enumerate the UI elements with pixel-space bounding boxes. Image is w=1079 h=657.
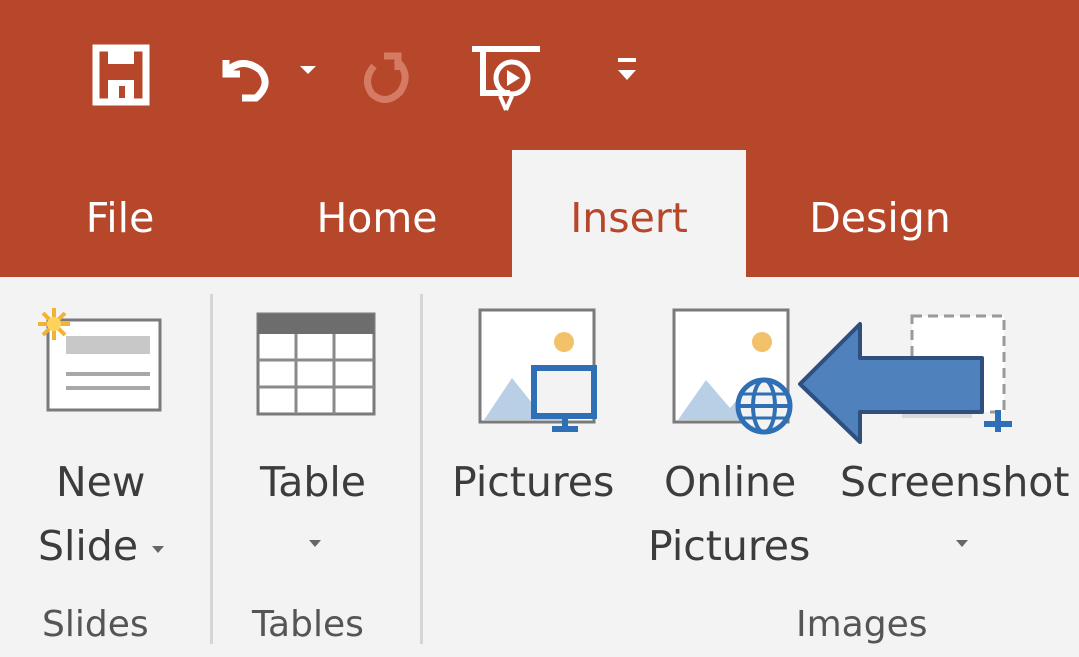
redo-icon[interactable] (356, 40, 416, 110)
table-dropdown-icon[interactable] (309, 540, 321, 547)
screenshot-label: Screenshot (840, 458, 1070, 506)
pictures-icon (478, 308, 597, 432)
save-icon[interactable] (92, 40, 152, 110)
new-slide-label-line1: New (56, 458, 146, 506)
tab-home[interactable]: Home (296, 150, 458, 277)
customize-qat-icon[interactable] (616, 56, 638, 126)
online-pictures-label-line2: Pictures (648, 522, 811, 570)
undo-icon[interactable] (212, 40, 276, 110)
new-slide-dropdown-icon[interactable] (152, 546, 164, 553)
online-pictures-button[interactable] (672, 308, 800, 440)
table-button[interactable] (256, 312, 378, 422)
tab-file[interactable]: File (60, 150, 180, 277)
group-divider (420, 294, 423, 644)
table-label: Table (260, 458, 367, 506)
new-slide-button[interactable] (32, 300, 164, 420)
tab-insert[interactable]: Insert (512, 150, 746, 277)
group-divider (210, 294, 213, 644)
online-pictures-label-line1: Online (664, 458, 797, 506)
new-slide-label-line2: Slide (38, 522, 139, 570)
table-icon (256, 312, 376, 416)
tab-design[interactable]: Design (796, 150, 964, 277)
screenshot-dropdown-icon[interactable] (956, 540, 968, 547)
undo-dropdown-icon[interactable] (298, 60, 318, 130)
group-label-slides: Slides (42, 604, 149, 645)
group-label-tables: Tables (252, 604, 364, 645)
pictures-label: Pictures (452, 458, 615, 506)
new-slide-icon (38, 308, 162, 412)
pictures-button[interactable] (478, 308, 606, 440)
annotation-arrow-icon (796, 320, 992, 450)
title-bar: File Home Insert Design (0, 0, 1079, 277)
start-slideshow-icon[interactable] (470, 40, 542, 111)
online-pictures-icon (672, 308, 793, 435)
group-label-images: Images (796, 604, 928, 645)
